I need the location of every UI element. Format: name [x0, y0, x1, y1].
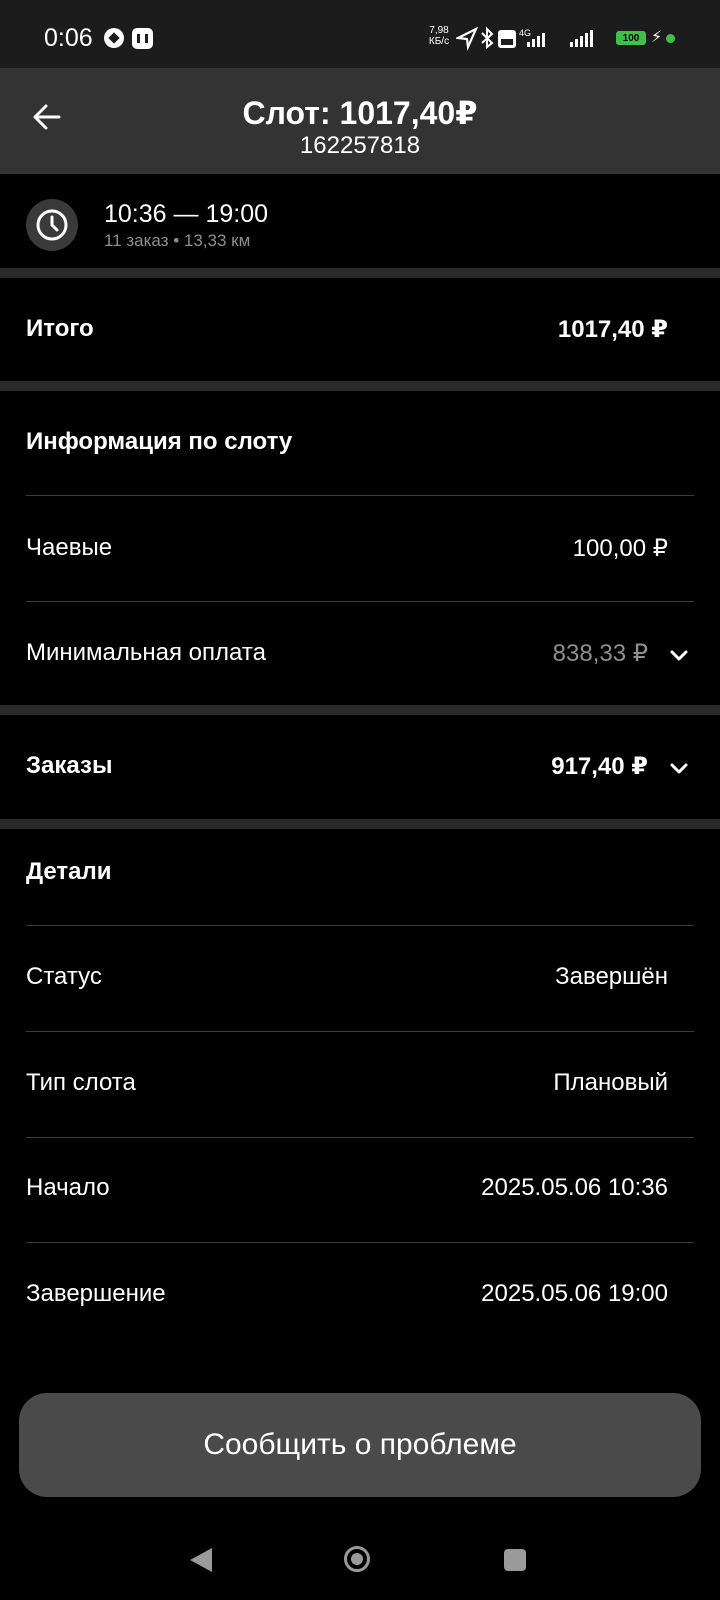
status-bar: 0:06 7,98 КБ/с 4G 100 ⚡	[0, 0, 720, 68]
battery-icon: 100	[616, 31, 646, 45]
nav-recents-icon[interactable]	[504, 1549, 526, 1571]
tips-label: Чаевые	[26, 534, 113, 561]
orders-label: Заказы	[26, 752, 113, 779]
chevron-down-icon[interactable]	[668, 758, 690, 780]
section-separator	[0, 381, 720, 391]
detail-label-end: Завершение	[26, 1280, 166, 1307]
chevron-down-icon[interactable]	[668, 645, 690, 667]
section-separator	[0, 705, 720, 715]
charging-icon: ⚡	[651, 29, 663, 46]
signal-icon	[570, 30, 593, 47]
signal-4g-icon: 4G	[519, 28, 545, 47]
divider	[26, 925, 694, 926]
nav-back-icon[interactable]	[190, 1548, 212, 1572]
slot-id: 162257818	[299, 132, 421, 159]
min-pay-label: Минимальная оплата	[26, 639, 266, 666]
network-speed: 7,98 КБ/с	[428, 25, 450, 47]
page-title: Слот: 1017,40₽	[242, 95, 478, 131]
total-label: Итого	[26, 315, 94, 342]
divider	[26, 1242, 694, 1243]
section-separator	[0, 819, 720, 829]
detail-label-start: Начало	[26, 1174, 110, 1201]
location-arrow-icon	[456, 26, 479, 52]
divider	[26, 1137, 694, 1138]
privacy-indicator-dot	[666, 34, 675, 43]
divider	[26, 601, 694, 602]
nav-home-icon[interactable]	[344, 1546, 370, 1572]
slot-time-range: 10:36 — 19:00	[104, 200, 269, 228]
min-pay-value: 838,33 ₽	[552, 640, 648, 667]
app-notification-icon	[104, 28, 124, 48]
volte-icon	[498, 30, 516, 48]
section-separator	[0, 268, 720, 278]
bluetooth-icon	[481, 26, 494, 50]
orders-value: 917,40 ₽	[551, 753, 648, 780]
tips-value: 100,00 ₽	[572, 535, 668, 562]
report-problem-button[interactable]: Сообщить о проблеме	[19, 1393, 701, 1497]
detail-value-start: 2025.05.06 10:36	[481, 1174, 668, 1201]
clock-icon-wrapper	[26, 199, 78, 251]
slot-info-title: Информация по слоту	[26, 428, 293, 455]
detail-label-slot-type: Тип слота	[26, 1069, 136, 1096]
divider	[26, 1031, 694, 1032]
status-icons: 4G	[456, 26, 593, 52]
detail-value-end: 2025.05.06 19:00	[481, 1280, 668, 1307]
slot-meta: 11 заказ • 13,33 км	[104, 231, 251, 250]
detail-value-status: Завершён	[555, 963, 668, 990]
svg-text:4G: 4G	[519, 28, 531, 38]
detail-label-status: Статус	[26, 963, 102, 990]
detail-value-slot-type: Плановый	[553, 1069, 668, 1096]
clock-icon	[36, 209, 68, 241]
top-app-bar: Слот: 1017,40₽ 162257818	[0, 68, 720, 174]
divider	[26, 495, 694, 496]
total-value: 1017,40 ₽	[557, 316, 668, 343]
status-time: 0:06	[44, 24, 93, 52]
details-title: Детали	[26, 858, 112, 885]
app-notification-icon-2	[132, 28, 153, 49]
